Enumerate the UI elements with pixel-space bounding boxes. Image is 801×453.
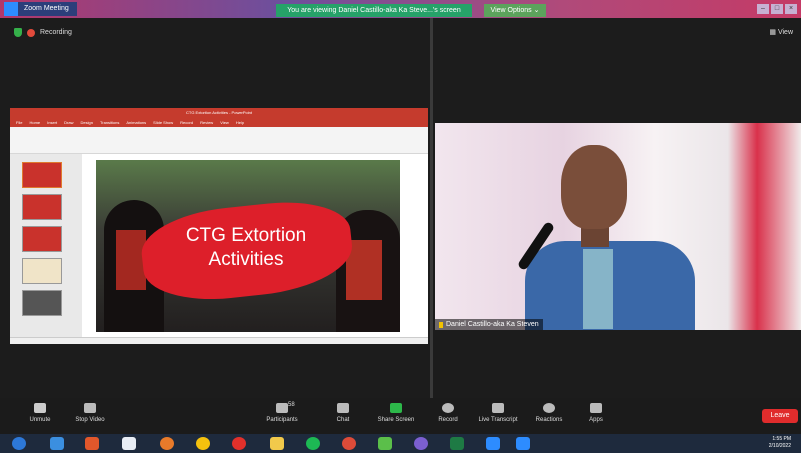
- share-screen-button[interactable]: Share Screen: [366, 403, 426, 423]
- ppt-ribbon: [10, 127, 428, 154]
- chat-button[interactable]: Chat: [313, 403, 373, 423]
- speaker-head: [561, 145, 627, 229]
- apps-button[interactable]: Apps: [566, 403, 626, 423]
- recording-indicator: Recording: [14, 28, 72, 37]
- smile-icon: [543, 403, 555, 413]
- reactions-label: Reactions: [535, 417, 563, 423]
- system-tray: 1:55 PM 2/10/2022: [769, 436, 791, 450]
- speaker-name-tag: Daniel Castillo-aka Ka Steven: [435, 319, 543, 330]
- ppt-tab: Home: [29, 120, 41, 125]
- windows-taskbar: 1:55 PM 2/10/2022: [0, 434, 801, 453]
- chrome-icon[interactable]: [342, 437, 356, 450]
- speaker-video[interactable]: Daniel Castillo-aka Ka Steven: [435, 123, 801, 330]
- ppt-tab: Transitions: [99, 120, 120, 125]
- unmute-label: Unmute: [29, 417, 51, 423]
- slide-title-line1: CTG Extortion: [185, 225, 307, 246]
- stop-video-button[interactable]: Stop Video: [60, 403, 120, 423]
- record-label: Record: [438, 417, 458, 423]
- share-screen-icon: [390, 403, 402, 413]
- apps-label: Apps: [589, 417, 603, 423]
- grid-icon: ▦: [769, 29, 778, 36]
- ppt-tab: Slide Show: [153, 120, 174, 125]
- slide-canvas: CTG Extortion Activities: [96, 160, 400, 332]
- window-titlebar: Zoom Meeting You are viewing Daniel Cast…: [0, 0, 801, 18]
- mic-muted-icon: [34, 403, 46, 413]
- apps-icon: [590, 403, 602, 413]
- zoom-taskbar-icon[interactable]: [516, 437, 530, 450]
- minimize-icon[interactable]: –: [757, 4, 769, 14]
- slide-title-line2: Activities: [208, 249, 284, 270]
- ppt-tab: Review: [200, 120, 214, 125]
- close-icon[interactable]: ×: [785, 4, 797, 14]
- participants-button[interactable]: Participants: [252, 403, 312, 423]
- live-transcript-label: Live Transcript: [478, 417, 518, 423]
- app-icon[interactable]: [122, 437, 136, 450]
- ppt-tab: Insert: [47, 120, 58, 125]
- cc-icon: [492, 403, 504, 413]
- ie-icon[interactable]: [50, 437, 64, 450]
- window-controls: – □ ×: [757, 4, 797, 14]
- slide-thumbnail: [22, 162, 62, 188]
- app-icon[interactable]: [378, 437, 392, 450]
- tray-time: 1:55 PM: [772, 436, 791, 442]
- share-screen-label: Share Screen: [377, 417, 415, 423]
- view-options-button[interactable]: View Options ⌄: [484, 4, 546, 17]
- ppt-tab: File: [16, 120, 23, 125]
- shared-screen: CTG Extortion Activities - PowerPoint Fi…: [10, 108, 428, 344]
- ppt-ribbon-tabs: File Home Insert Draw Design Transitions…: [10, 118, 428, 127]
- slide-thumbnail: [22, 290, 62, 316]
- ppt-tab: Draw: [64, 120, 74, 125]
- excel-icon[interactable]: [450, 437, 464, 450]
- folder-icon[interactable]: [270, 437, 284, 450]
- speaker-name: Daniel Castillo-aka Ka Steven: [446, 321, 539, 328]
- firefox-icon[interactable]: [160, 437, 174, 450]
- zoom-logo-icon: [4, 2, 18, 16]
- video-camera-icon: [84, 403, 96, 413]
- speaker-tshirt: [583, 249, 613, 329]
- stop-video-label: Stop Video: [75, 417, 105, 423]
- chat-icon: [337, 403, 349, 413]
- zoom-taskbar-icon[interactable]: [486, 437, 500, 450]
- slide-thumbnail: [22, 258, 62, 284]
- ppt-tab: Record: [180, 120, 194, 125]
- slide-thumbnail: [22, 194, 62, 220]
- record-icon: [442, 403, 454, 413]
- ppt-tab: Help: [235, 120, 245, 125]
- app-icon[interactable]: [85, 437, 99, 450]
- shield-icon: [14, 28, 22, 37]
- viber-icon[interactable]: [414, 437, 428, 450]
- record-dot-icon: [27, 28, 35, 37]
- ppt-tab: Design: [80, 120, 93, 125]
- leave-button[interactable]: Leave: [762, 409, 798, 423]
- tray-date: 2/10/2022: [768, 443, 791, 449]
- participants-count: 58: [288, 402, 295, 408]
- recording-label: Recording: [40, 29, 72, 36]
- start-icon[interactable]: [12, 437, 26, 450]
- slide-thumbnail: [22, 226, 62, 252]
- meeting-toolbar: Unmute Stop Video Participants 58 Chat S…: [0, 398, 801, 434]
- mic-status-icon: [439, 321, 443, 328]
- split-divider[interactable]: [430, 18, 433, 398]
- slide-title: CTG Extortion Activities: [166, 224, 326, 272]
- participants-label: Participants: [266, 417, 298, 423]
- ppt-titlebar: CTG Extortion Activities - PowerPoint: [10, 108, 428, 118]
- chat-label: Chat: [336, 417, 350, 423]
- chrome-icon[interactable]: [196, 437, 210, 450]
- participants-icon: [276, 403, 288, 413]
- ppt-tab: View: [220, 120, 229, 125]
- ppt-statusbar: [10, 337, 428, 344]
- view-button[interactable]: ▦ View: [769, 28, 793, 36]
- slide-thumbnails: [10, 154, 82, 338]
- ppt-tab: Animations: [126, 120, 147, 125]
- view-label: View: [777, 29, 793, 36]
- maximize-icon[interactable]: □: [771, 4, 783, 14]
- opera-icon[interactable]: [232, 437, 246, 450]
- viewing-banner: You are viewing Daniel Castillo-aka Ka S…: [276, 4, 472, 17]
- spotify-icon[interactable]: [306, 437, 320, 450]
